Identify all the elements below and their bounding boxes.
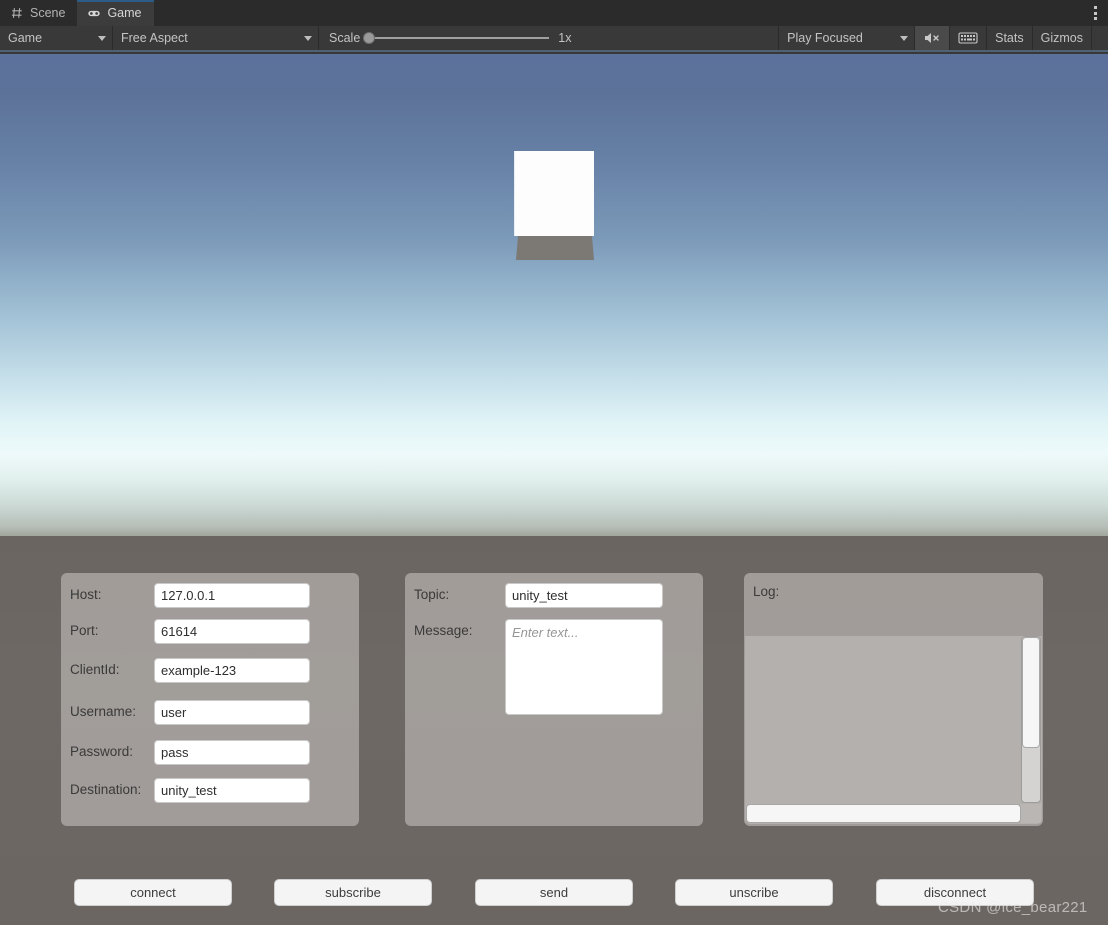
field-row-clientid: ClientId: example-123	[61, 658, 359, 683]
password-label: Password:	[70, 744, 134, 759]
field-row-host: Host: 127.0.0.1	[61, 583, 359, 608]
disconnect-button-label: disconnect	[923, 885, 987, 900]
mute-audio-icon	[925, 33, 939, 43]
send-button-label: send	[539, 885, 569, 900]
game-view-canvas[interactable]: Host: 127.0.0.1 Port: 61614 ClientId: ex…	[0, 54, 1108, 925]
kebab-menu-icon[interactable]	[1082, 0, 1108, 26]
field-row-password: Password: pass	[61, 740, 359, 765]
tab-scene-label: Scene	[30, 6, 66, 20]
stats-button[interactable]: Stats	[987, 26, 1032, 50]
clientid-label: ClientId:	[70, 662, 120, 677]
stats-grid-icon	[958, 32, 978, 44]
log-vertical-scroll-thumb[interactable]	[1022, 637, 1040, 748]
disconnect-button[interactable]: disconnect	[876, 879, 1034, 906]
gizmos-dropdown[interactable]	[1092, 26, 1108, 50]
kebab-dot	[1093, 6, 1097, 9]
grid-icon	[11, 8, 22, 18]
username-input[interactable]: user	[154, 700, 310, 725]
log-label: Log:	[753, 584, 780, 599]
scale-slider-knob[interactable]	[363, 32, 376, 44]
kebab-dot	[1093, 11, 1097, 15]
log-panel: Log:	[744, 573, 1043, 826]
topic-label: Topic:	[414, 587, 450, 602]
topic-input[interactable]: unity_test	[505, 583, 663, 608]
send-button[interactable]: send	[475, 879, 633, 906]
white-cube-object	[514, 151, 594, 236]
scrollbar-corner	[1021, 804, 1041, 823]
password-input[interactable]: pass	[154, 740, 310, 765]
unscribe-button[interactable]: unscribe	[675, 879, 833, 906]
stats-label: Stats	[995, 31, 1024, 45]
scale-value: 1x	[558, 31, 572, 45]
unscribe-button-label: unscribe	[729, 885, 779, 900]
target-display-dropdown[interactable]: Game	[0, 26, 112, 50]
chevron-down-icon	[98, 35, 106, 41]
host-input[interactable]: 127.0.0.1	[154, 583, 310, 608]
connect-button-label: connect	[130, 885, 176, 900]
tab-bar-spacer	[154, 0, 1083, 26]
stats-grid-button[interactable]	[950, 26, 986, 50]
username-label: Username:	[70, 704, 137, 719]
message-placeholder: Enter text...	[512, 625, 579, 640]
destination-label: Destination:	[70, 782, 142, 797]
field-row-destination: Destination: unity_test	[61, 778, 359, 803]
message-panel: Topic: unity_test Message: Enter text...	[405, 573, 703, 826]
chevron-down-icon	[900, 35, 909, 41]
subscribe-button[interactable]: subscribe	[274, 879, 432, 906]
mute-audio-button[interactable]	[915, 26, 950, 50]
connect-button[interactable]: connect	[74, 879, 232, 906]
target-display-label: Game	[8, 31, 43, 45]
aspect-ratio-dropdown[interactable]: Free Aspect	[113, 26, 318, 50]
port-input[interactable]: 61614	[154, 619, 310, 644]
field-row-message: Message: Enter text...	[405, 619, 703, 715]
kebab-dot	[1093, 17, 1097, 20]
scale-label: Scale	[329, 31, 361, 45]
message-textarea[interactable]: Enter text...	[505, 619, 663, 715]
tab-scene[interactable]: Scene	[0, 0, 77, 26]
gizmos-button[interactable]: Gizmos	[1033, 26, 1091, 50]
clientid-input[interactable]: example-123	[154, 658, 310, 683]
gizmos-label: Gizmos	[1040, 31, 1083, 45]
log-horizontal-scrollbar[interactable]	[746, 804, 1021, 823]
editor-tab-bar: Scene Game	[0, 0, 1108, 26]
connection-settings-panel: Host: 127.0.0.1 Port: 61614 ClientId: ex…	[61, 573, 359, 826]
field-row-port: Port: 61614	[61, 619, 359, 644]
skybox	[0, 54, 1108, 536]
field-row-username: Username: user	[61, 700, 359, 725]
scale-slider-track[interactable]	[363, 32, 550, 44]
destination-input[interactable]: unity_test	[154, 778, 310, 803]
port-label: Port:	[70, 623, 99, 638]
play-mode-dropdown[interactable]: Play Focused	[779, 26, 914, 50]
scale-slider-group[interactable]: Scale 1x	[319, 26, 581, 50]
log-content	[745, 636, 1019, 802]
subscribe-button-label: subscribe	[325, 885, 381, 900]
play-mode-label: Play Focused	[787, 31, 863, 45]
message-label: Message:	[414, 623, 473, 638]
chevron-down-icon	[304, 35, 312, 41]
log-scroll-area[interactable]	[745, 636, 1042, 824]
gamepad-icon	[88, 10, 101, 17]
field-row-topic: Topic: unity_test	[405, 583, 703, 608]
log-vertical-scrollbar[interactable]	[1021, 636, 1041, 803]
host-label: Host:	[70, 587, 102, 602]
game-view-toolbar: Game Free Aspect Scale 1x Play Focused S…	[0, 26, 1108, 52]
aspect-ratio-label: Free Aspect	[121, 31, 188, 45]
cube-shadow	[516, 232, 594, 260]
tab-game[interactable]: Game	[77, 0, 154, 26]
tab-game-label: Game	[107, 6, 142, 20]
